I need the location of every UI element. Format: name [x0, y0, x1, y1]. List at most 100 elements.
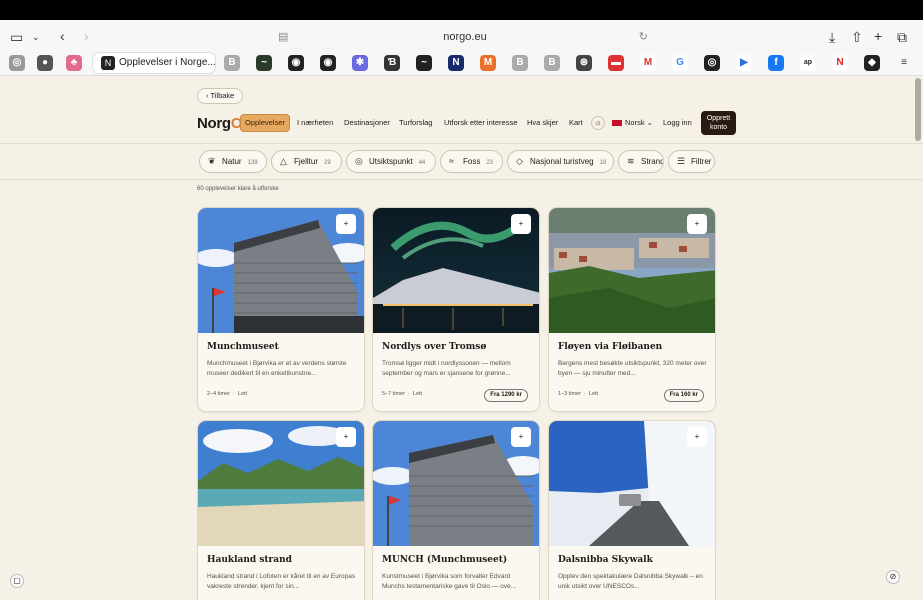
chevron-down-icon[interactable]: ⌄ [32, 28, 40, 46]
nav-turforslag[interactable]: Turforslag [399, 115, 432, 131]
card-title: Munchmuseet [207, 342, 279, 352]
meta-separator: · [408, 391, 410, 397]
leaf-icon: ❦ [208, 156, 216, 166]
theme-toggle-icon[interactable]: ☼ [591, 116, 605, 130]
experience-card[interactable]: + Munchmuseet Munchmuseet i Bjørvika er … [197, 207, 365, 412]
nav-i-naerheten[interactable]: I nærheten [297, 115, 333, 131]
active-tab-title: Opplevelser i Norge... [119, 57, 215, 68]
filter-chip-foss[interactable]: ≈ Foss 23 [440, 150, 503, 173]
tab-favicon[interactable]: ● [37, 55, 53, 71]
github-icon[interactable]: ◉ [288, 55, 304, 71]
card-duration: 1–3 timer [558, 391, 581, 397]
tab-favicon[interactable]: B [512, 55, 528, 71]
login-link[interactable]: Logg inn [663, 115, 692, 131]
github-icon[interactable]: ◉ [320, 55, 336, 71]
filter-button[interactable]: ☰ Filtrer [668, 150, 715, 173]
tab-favicon[interactable]: B [544, 55, 560, 71]
filter-chip-fjelltur[interactable]: △ Fjelltur 29 [271, 150, 342, 173]
card-meta: 5–7 timer · Lett [382, 391, 422, 397]
tab-favicon[interactable]: B [224, 55, 240, 71]
tab-favicon[interactable]: Ɓ [384, 55, 400, 71]
add-to-favorites-button[interactable]: + [336, 427, 356, 447]
tab-favicon[interactable]: ~ [416, 55, 432, 71]
add-to-favorites-button[interactable]: + [687, 214, 707, 234]
tab-favicon[interactable]: ✱ [352, 55, 368, 71]
filter-chip-utsiktspunkt[interactable]: ◎ Utsiktspunkt 44 [346, 150, 436, 173]
tab-favicon[interactable]: ▶ [736, 55, 752, 71]
norway-flag-icon [612, 120, 622, 127]
mountain-icon: △ [280, 156, 287, 166]
scrollbar[interactable] [915, 78, 921, 141]
google-icon[interactable]: G [672, 55, 688, 71]
card-description: Haukland strand i Lofoten er kåret til e… [207, 573, 356, 590]
card-duration: 5–7 timer [382, 391, 405, 397]
card-title: MUNCH (Munchmuseet) [382, 555, 508, 565]
add-to-favorites-button[interactable]: + [511, 214, 531, 234]
tab-favicon[interactable]: N [448, 55, 464, 71]
nav-opplevelser[interactable]: Opplevelser [241, 115, 290, 131]
active-tab[interactable]: N Opplevelser i Norge... [93, 53, 215, 73]
card-meta: 2–4 timer · Lett [207, 391, 247, 397]
filter-chip-strand[interactable]: ≋ Strand [618, 150, 664, 173]
tab-favicon[interactable]: ⊛ [576, 55, 592, 71]
tab-favicon[interactable]: ◎ [9, 55, 25, 71]
water-icon: ≈ [449, 156, 454, 166]
download-icon[interactable]: ⤓ [829, 28, 835, 46]
nav-destinasjoner[interactable]: Destinasjoner [344, 115, 390, 131]
add-to-favorites-button[interactable]: + [511, 427, 531, 447]
chip-label: Fjelltur [294, 157, 319, 166]
filter-button-label: Filtrer [691, 157, 712, 166]
sidebar-icon[interactable]: ▭ [10, 28, 23, 46]
sliders-icon: ☰ [677, 156, 686, 166]
card-description: Kunstmuseet i Bjørvika som forvalter Edv… [382, 573, 517, 590]
filter-chip-natur[interactable]: ❦ Natur 139 [199, 150, 267, 173]
address-bar[interactable]: ▤ norgo.eu ↻ [270, 26, 660, 48]
signup-button[interactable]: Opprett konto [701, 111, 736, 135]
tab-favicon[interactable]: ◎ [704, 55, 720, 71]
share-icon[interactable]: ⇧ [851, 28, 863, 46]
tab-favicon[interactable]: ◆ [864, 55, 880, 71]
filter-bar: ❦ Natur 139 △ Fjelltur 29 ◎ Utsiktspunkt 44 ≈ F… [0, 143, 923, 180]
norgo-logo[interactable]: NorgO [197, 115, 242, 132]
nav-utforsk-etter-interesse[interactable]: Utforsk etter interesse [444, 115, 517, 131]
forward-arrow-icon[interactable]: › [84, 27, 89, 45]
tab-favicon[interactable]: ▬ [608, 55, 624, 71]
experience-card[interactable]: + Haukland strand Haukland strand i Lofo… [197, 420, 365, 600]
experience-card[interactable]: + Nordlys over Tromsø Tromsø ligger midt… [372, 207, 540, 412]
tab-favicon[interactable]: N [832, 55, 848, 71]
facebook-icon[interactable]: f [768, 55, 784, 71]
compass-icon[interactable]: ⊘ [886, 570, 900, 584]
experience-card[interactable]: + Fløyen via Fløibanen Bergens mest besø… [548, 207, 716, 412]
chip-label: Utsiktspunkt [369, 157, 413, 166]
nav-kart[interactable]: Kart [569, 115, 583, 131]
nav-hva-skjer[interactable]: Hva skjer [527, 115, 558, 131]
add-to-favorites-button[interactable]: + [336, 214, 356, 234]
language-select[interactable]: Norsk ⌄ [612, 115, 653, 131]
new-tab-icon[interactable]: + [874, 27, 882, 45]
back-button[interactable]: ‹ Tilbake [197, 88, 244, 104]
tab-favicon[interactable]: ap [800, 55, 816, 71]
tabs-overview-icon[interactable]: ⧉ [897, 28, 907, 46]
gmail-icon[interactable]: M [640, 55, 656, 71]
reload-icon[interactable]: ↻ [639, 26, 648, 48]
add-to-favorites-button[interactable]: + [687, 427, 707, 447]
card-description: Opplev den spektakulære Dalsnibba Skywal… [558, 573, 703, 590]
card-description: Munchmuseet i Bjørvika er et av verdens … [207, 360, 347, 377]
menu-icon[interactable]: ≡ [896, 55, 912, 71]
eye-icon: ◎ [355, 156, 363, 166]
signup-line1: Opprett [706, 115, 731, 122]
chip-count: 44 [418, 160, 426, 166]
meta-separator: · [233, 391, 235, 397]
tab-favicon[interactable]: ♣ [66, 55, 82, 71]
back-arrow-icon[interactable]: ‹ [60, 27, 65, 45]
card-title: Nordlys over Tromsø [382, 342, 487, 352]
tab-favicon[interactable]: ~ [256, 55, 272, 71]
feedback-icon[interactable]: ▢ [10, 574, 24, 588]
card-level: Lett [237, 391, 248, 397]
chip-count: 23 [486, 160, 494, 166]
tab-favicon[interactable]: M [480, 55, 496, 71]
experience-card[interactable]: + MUNCH (Munchmuseet) Kunstmuseet i Bjør… [372, 420, 540, 600]
experience-card[interactable]: + Dalsnibba Skywalk Opplev den spektakul… [548, 420, 716, 600]
language-label: Norsk [625, 118, 645, 127]
filter-chip-nasjonal-turistveg[interactable]: ◇ Nasjonal turistveg 18 [507, 150, 614, 173]
